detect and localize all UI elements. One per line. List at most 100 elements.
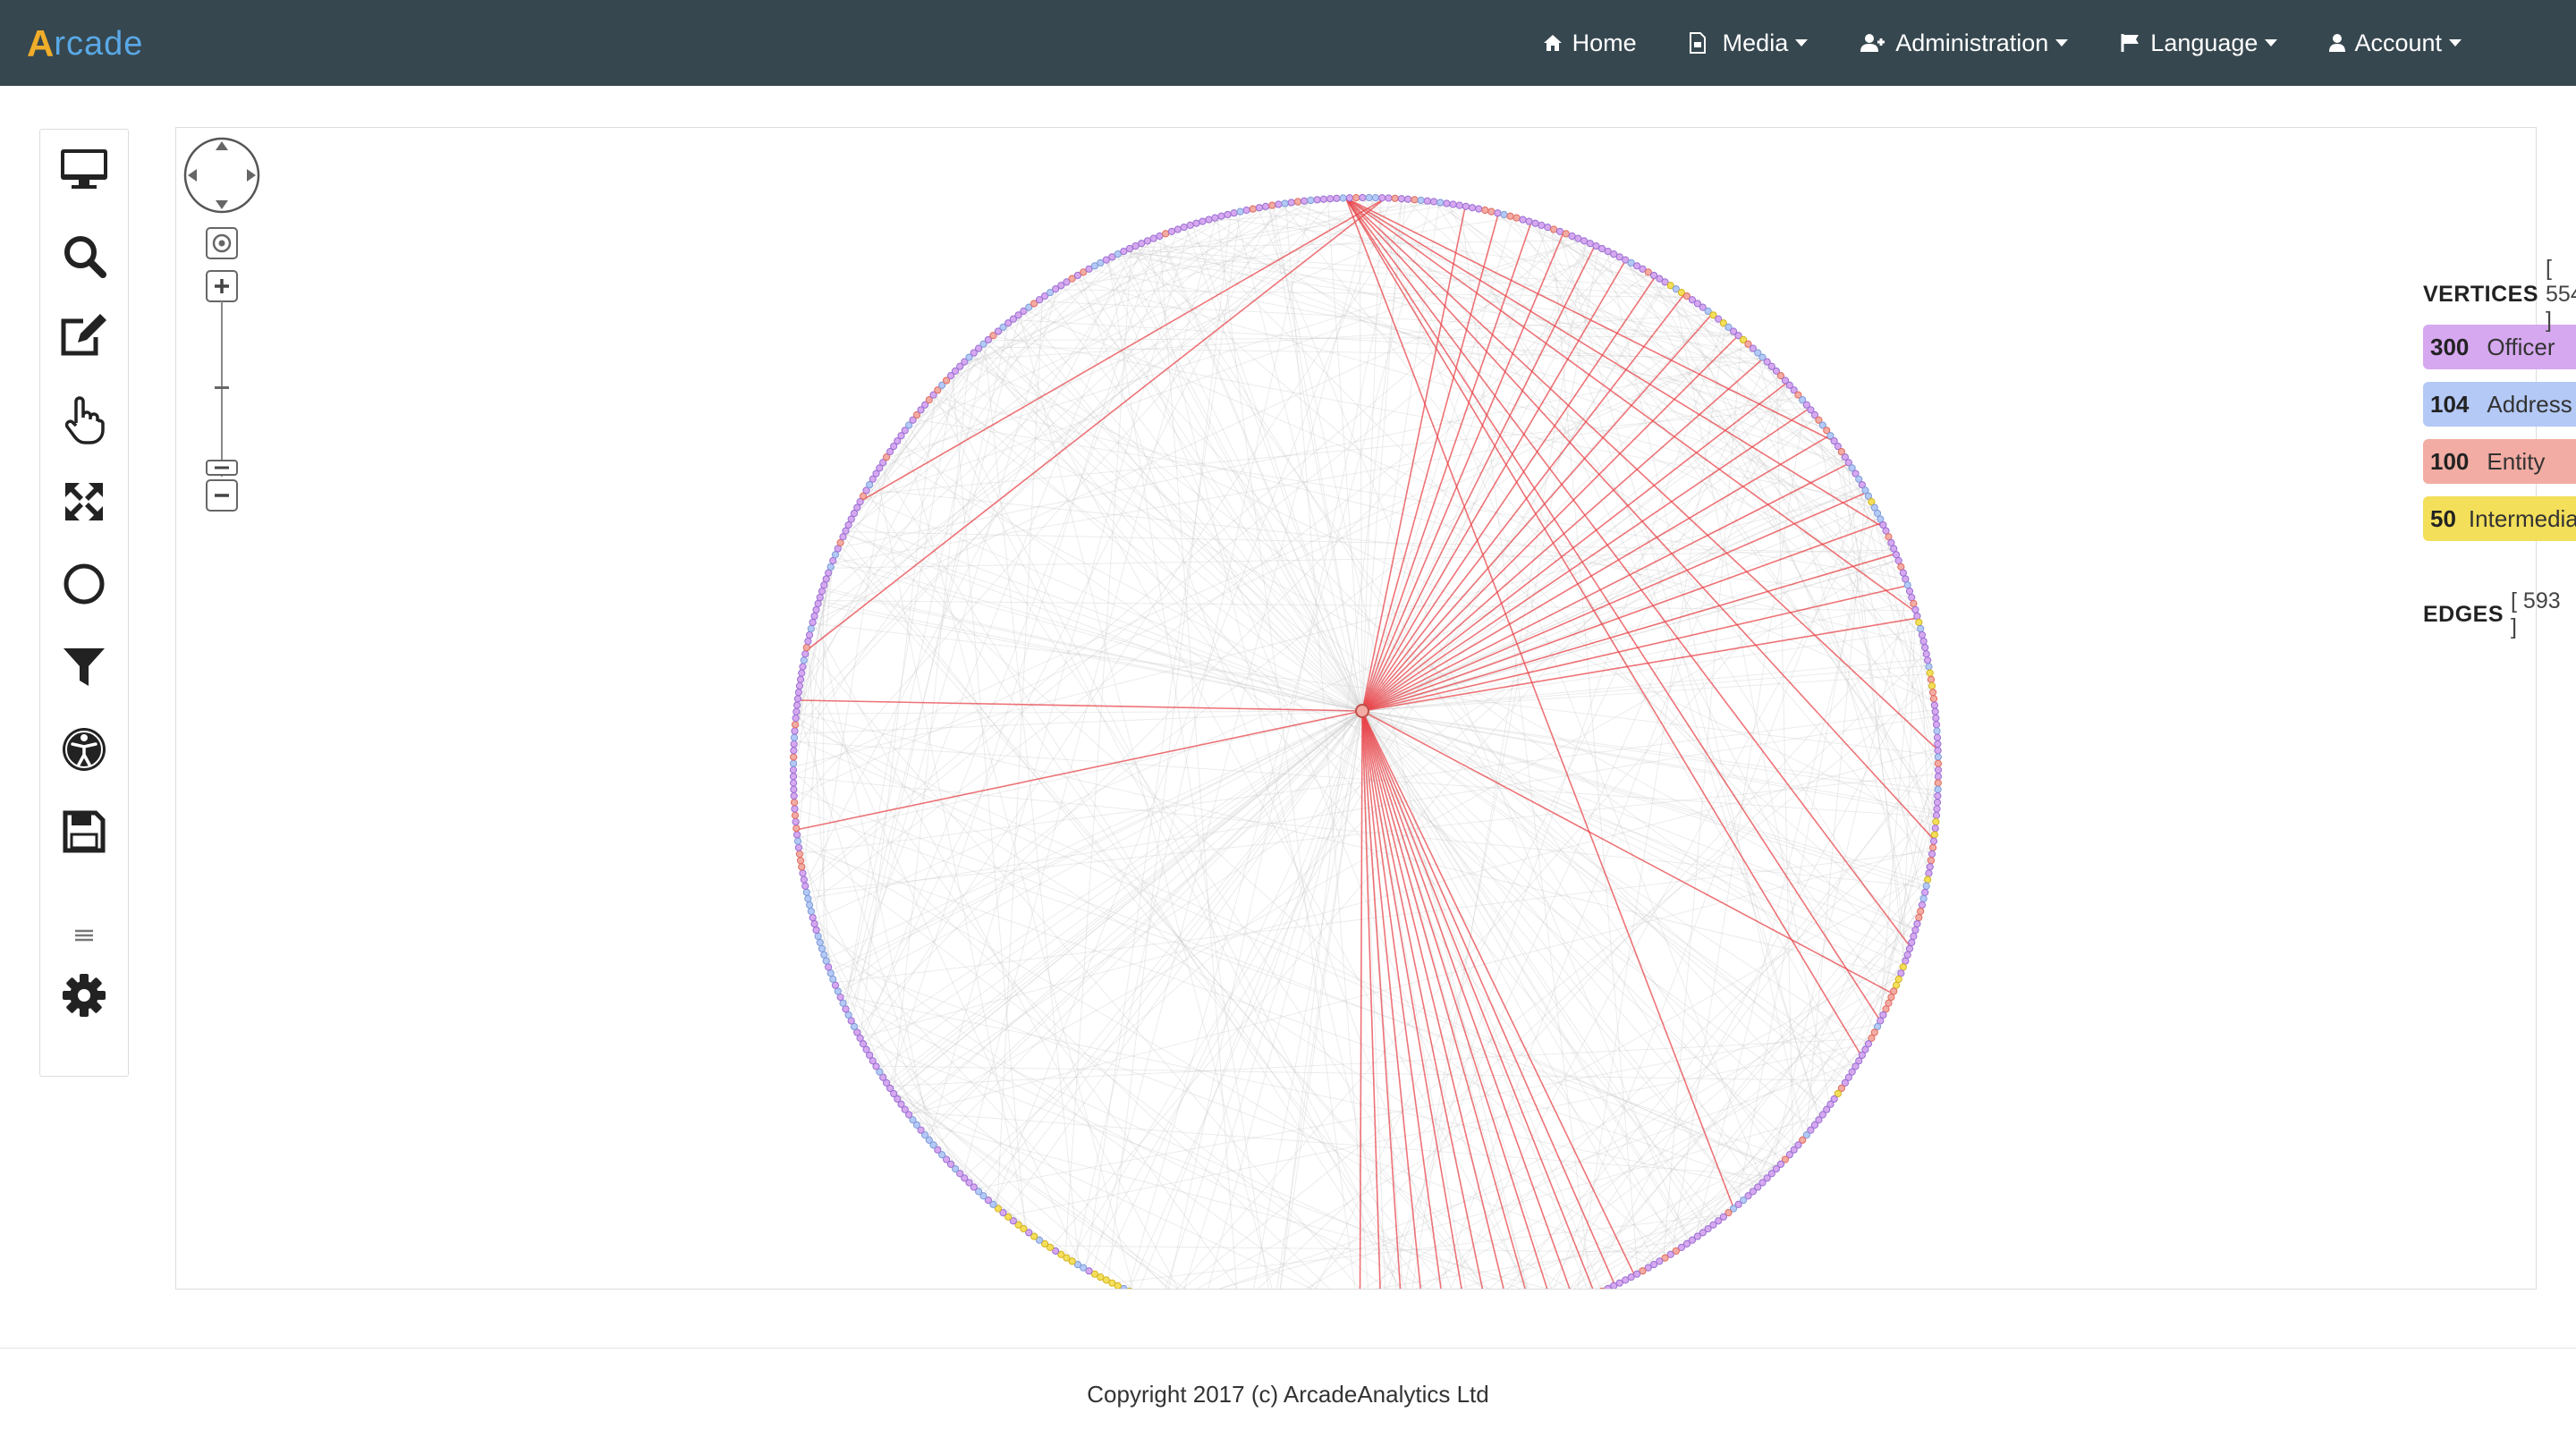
graph-vertex (1531, 219, 1539, 227)
menu-button[interactable] (40, 906, 128, 969)
graph-edge (795, 199, 1312, 718)
graph-edge (985, 342, 1363, 712)
graph-vertex (812, 926, 820, 935)
footer-copyright: Copyright 2017 (c) ArcadeAnalytics Ltd (1087, 1381, 1489, 1408)
edit-button[interactable] (40, 307, 128, 369)
graph-vertex (1934, 779, 1942, 787)
graph-vertex (804, 894, 812, 903)
graph-edge (810, 913, 935, 1146)
graph-vertex (836, 994, 844, 1002)
graph-vertex (826, 969, 835, 977)
graph-vertex (1199, 217, 1207, 225)
top-navbar: A rcade Home Media Administration Langua… (0, 0, 2576, 86)
save-button[interactable] (40, 802, 128, 865)
edges-header: EDGES [ 593 ] (2423, 588, 2576, 639)
zoom-out-button[interactable] (206, 479, 238, 512)
nav-administration[interactable]: Administration (1860, 30, 2069, 57)
graph-vertex (1928, 689, 1937, 697)
settings-button[interactable] (40, 966, 128, 1028)
graph-edge (825, 710, 1363, 960)
graph-edge (1691, 1038, 1872, 1241)
graph-vertex (1903, 581, 1911, 589)
nav-home[interactable]: Home (1542, 30, 1637, 57)
graph-vertex (1519, 216, 1527, 224)
graph-vertex (1913, 919, 1921, 928)
brand-logo[interactable]: A rcade (27, 23, 143, 64)
graph-edge (975, 1023, 1879, 1189)
filter-button[interactable] (40, 638, 128, 700)
graph-vertex (1307, 196, 1315, 205)
save-icon (63, 810, 106, 858)
class-count: 300 (2430, 333, 2470, 360)
footer-divider (0, 1348, 2576, 1349)
nav-account[interactable]: Account (2329, 30, 2462, 57)
graph-vertex (1910, 932, 1918, 941)
graph-vertex (796, 857, 805, 865)
graph-vertex (1934, 791, 1942, 800)
monitor-button[interactable] (40, 140, 128, 202)
graph-edge (1369, 197, 1764, 1183)
graph-vertex (1568, 232, 1576, 241)
graph-vertex (816, 593, 824, 602)
reset-view-button[interactable] (206, 227, 238, 259)
graph-vertex (1167, 227, 1176, 236)
graph-vertex (1281, 199, 1289, 207)
vertex-class-list: 300 Officer 104 Address 100 Entity 50 In… (2423, 325, 2576, 541)
pointer-button[interactable] (40, 391, 128, 453)
graph-vertex (807, 624, 815, 633)
graph-vertex (791, 811, 800, 819)
graph-vertex (1468, 204, 1477, 212)
graph-vertex (831, 551, 840, 559)
graph-vertex (1411, 196, 1419, 204)
graph-vertex (1933, 805, 1941, 813)
graph-edge (1361, 241, 1588, 712)
graph-edge (888, 710, 1363, 1087)
graph-edge (795, 342, 987, 713)
graph-edge (970, 354, 1363, 712)
graph-vertex (790, 785, 798, 793)
graph-canvas[interactable] (176, 128, 2536, 1289)
graph-vertex (1913, 612, 1921, 621)
graph-vertex (796, 675, 805, 683)
graph-vertex (1911, 605, 1919, 614)
class-count: 100 (2430, 447, 2470, 475)
graph-vertex (842, 1005, 850, 1013)
graph-vertex (1562, 230, 1570, 238)
graph-vertex (1371, 193, 1379, 202)
graph-vertex (1905, 588, 1914, 596)
pan-control[interactable] (183, 137, 260, 214)
graph-vertex (1326, 195, 1335, 203)
brand-logo-text: rcade (54, 25, 144, 63)
class-name: Intermediary (2468, 504, 2576, 532)
graph-vertex (1487, 207, 1496, 216)
nav-media[interactable]: Media (1689, 30, 1809, 57)
graph-vertex (1919, 637, 1928, 646)
monitor-icon (59, 147, 109, 196)
graph-edge (1045, 295, 1363, 712)
graph-edge (807, 641, 831, 971)
vertex-class-entity[interactable]: 100 Entity (2423, 439, 2576, 484)
graph-vertex (822, 575, 830, 583)
graph-vertex (1513, 214, 1521, 222)
accessibility-button[interactable] (40, 720, 128, 782)
zoom-in-button[interactable] (206, 270, 238, 302)
graph-vertex (800, 656, 808, 664)
zoom-slider[interactable] (206, 301, 238, 477)
graph-vertex (1899, 963, 1907, 971)
vertex-class-intermediary[interactable]: 50 Intermediary (2423, 496, 2576, 541)
graph-edge (1361, 710, 1937, 812)
vertex-class-address[interactable]: 104 Address (2423, 382, 2576, 427)
graph-vertex (805, 630, 814, 639)
graph-vertex (1894, 975, 1902, 984)
nav-language[interactable]: Language (2120, 30, 2278, 57)
graph-edge (1107, 258, 1269, 1289)
graph-vertex (1120, 247, 1128, 256)
graph-vertex (1125, 244, 1134, 253)
graph-vertex (1926, 863, 1934, 871)
expand-button[interactable] (40, 472, 128, 535)
graph-edge (933, 393, 1401, 1289)
search-button[interactable] (40, 226, 128, 289)
class-name: Address (2487, 390, 2572, 418)
graph-edge (1361, 710, 1766, 1181)
circle-layout-button[interactable] (40, 554, 128, 617)
